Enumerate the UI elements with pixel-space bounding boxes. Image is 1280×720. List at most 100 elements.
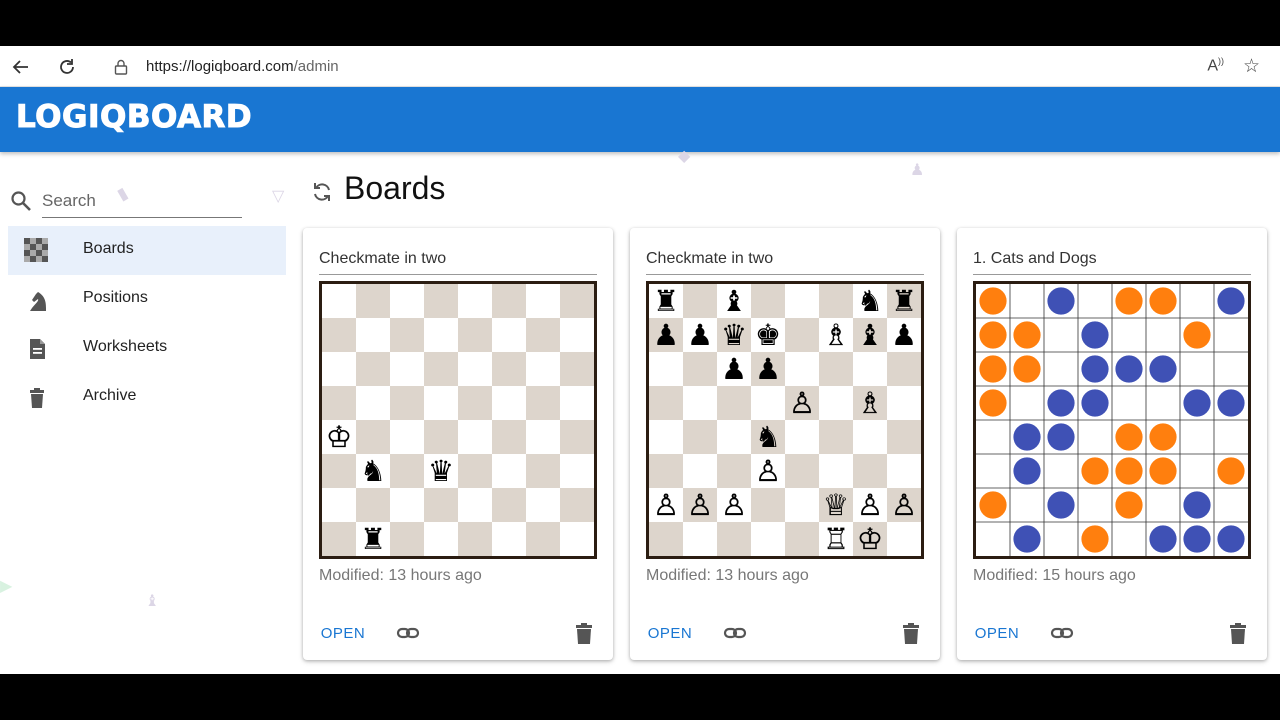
board-square[interactable] bbox=[785, 488, 819, 522]
board-square[interactable] bbox=[424, 420, 458, 454]
board-square[interactable] bbox=[322, 488, 356, 522]
white-king-icon[interactable]: ♔ bbox=[857, 522, 884, 556]
white-queen-icon[interactable]: ♕ bbox=[823, 488, 850, 522]
board-square[interactable] bbox=[819, 420, 853, 454]
board-square[interactable] bbox=[683, 352, 717, 386]
board-square[interactable] bbox=[751, 522, 785, 556]
board-square[interactable] bbox=[785, 352, 819, 386]
board-square[interactable] bbox=[458, 352, 492, 386]
board-square[interactable] bbox=[424, 522, 458, 556]
black-queen-icon[interactable]: ♛ bbox=[428, 454, 454, 488]
board-square[interactable] bbox=[683, 386, 717, 420]
open-button[interactable]: OPEN bbox=[969, 618, 1025, 648]
board-square[interactable] bbox=[887, 386, 921, 420]
blue-dot[interactable] bbox=[1115, 355, 1143, 383]
board-square[interactable] bbox=[356, 420, 390, 454]
board-square[interactable] bbox=[683, 454, 717, 488]
board-square[interactable] bbox=[526, 386, 560, 420]
board-square[interactable] bbox=[819, 352, 853, 386]
board-square[interactable] bbox=[683, 420, 717, 454]
board-square[interactable] bbox=[322, 454, 356, 488]
board-square[interactable] bbox=[649, 386, 683, 420]
board-square[interactable] bbox=[526, 522, 560, 556]
board-square[interactable] bbox=[356, 352, 390, 386]
board-square[interactable] bbox=[887, 522, 921, 556]
board-square[interactable] bbox=[322, 522, 356, 556]
read-aloud-icon[interactable]: A)) bbox=[1207, 56, 1224, 75]
board-square[interactable] bbox=[424, 488, 458, 522]
search-input[interactable] bbox=[42, 184, 242, 218]
board-square[interactable] bbox=[785, 420, 819, 454]
reload-icon[interactable] bbox=[54, 54, 80, 80]
board-square[interactable] bbox=[717, 454, 751, 488]
black-bishop-icon[interactable]: ♝ bbox=[721, 284, 747, 318]
board-square[interactable] bbox=[560, 488, 594, 522]
blue-dot[interactable] bbox=[1217, 389, 1245, 417]
board-square[interactable] bbox=[526, 488, 560, 522]
black-knight-icon[interactable]: ♞ bbox=[857, 284, 883, 318]
board-square[interactable] bbox=[322, 386, 356, 420]
delete-icon[interactable] bbox=[1225, 620, 1251, 646]
white-pawn-icon[interactable]: ♙ bbox=[755, 454, 782, 488]
orange-dot[interactable] bbox=[1081, 525, 1109, 553]
white-rook-icon[interactable]: ♖ bbox=[823, 522, 850, 556]
delete-icon[interactable] bbox=[898, 620, 924, 646]
blue-dot[interactable] bbox=[1183, 389, 1211, 417]
board-square[interactable] bbox=[390, 318, 424, 352]
board-square[interactable] bbox=[424, 284, 458, 318]
board-square[interactable] bbox=[560, 284, 594, 318]
blue-dot[interactable] bbox=[1149, 525, 1177, 553]
board-square[interactable] bbox=[751, 386, 785, 420]
brand-logo[interactable]: LOGIQBOARD bbox=[15, 99, 252, 136]
board-square[interactable] bbox=[458, 284, 492, 318]
board-square[interactable] bbox=[785, 318, 819, 352]
orange-dot[interactable] bbox=[1149, 423, 1177, 451]
board-square[interactable] bbox=[853, 420, 887, 454]
blue-dot[interactable] bbox=[1047, 287, 1075, 315]
board-square[interactable] bbox=[458, 522, 492, 556]
board-square[interactable] bbox=[649, 454, 683, 488]
board-square[interactable] bbox=[683, 522, 717, 556]
board-square[interactable] bbox=[649, 522, 683, 556]
sidebar-item-archive[interactable]: Archive bbox=[8, 373, 286, 422]
blue-dot[interactable] bbox=[1081, 389, 1109, 417]
board-square[interactable] bbox=[853, 454, 887, 488]
board-square[interactable] bbox=[458, 318, 492, 352]
open-button[interactable]: OPEN bbox=[642, 618, 698, 648]
blue-dot[interactable] bbox=[1047, 423, 1075, 451]
board-square[interactable] bbox=[526, 420, 560, 454]
orange-dot[interactable] bbox=[1115, 287, 1143, 315]
link-icon[interactable] bbox=[395, 620, 421, 646]
board-square[interactable] bbox=[322, 352, 356, 386]
board-square[interactable] bbox=[492, 420, 526, 454]
black-pawn-icon[interactable]: ♟ bbox=[653, 318, 679, 352]
board-square[interactable] bbox=[785, 284, 819, 318]
blue-dot[interactable] bbox=[1013, 525, 1041, 553]
board-square[interactable] bbox=[492, 522, 526, 556]
board-square[interactable] bbox=[560, 454, 594, 488]
white-pawn-icon[interactable]: ♙ bbox=[789, 386, 816, 420]
orange-dot[interactable] bbox=[1081, 457, 1109, 485]
board-square[interactable] bbox=[458, 420, 492, 454]
board-square[interactable] bbox=[492, 386, 526, 420]
sidebar-item-worksheets[interactable]: Worksheets bbox=[8, 324, 286, 373]
blue-dot[interactable] bbox=[1013, 423, 1041, 451]
refresh-icon[interactable] bbox=[310, 180, 334, 204]
orange-dot[interactable] bbox=[1149, 457, 1177, 485]
board-square[interactable] bbox=[322, 284, 356, 318]
board-square[interactable] bbox=[819, 454, 853, 488]
board-square[interactable] bbox=[751, 284, 785, 318]
board-square[interactable] bbox=[560, 522, 594, 556]
orange-dot[interactable] bbox=[1115, 457, 1143, 485]
black-pawn-icon[interactable]: ♟ bbox=[891, 318, 917, 352]
dots-board[interactable] bbox=[973, 281, 1251, 559]
orange-dot[interactable] bbox=[979, 389, 1007, 417]
board-square[interactable] bbox=[356, 488, 390, 522]
board-square[interactable] bbox=[458, 454, 492, 488]
orange-dot[interactable] bbox=[979, 491, 1007, 519]
white-king-icon[interactable]: ♔ bbox=[326, 420, 353, 454]
black-rook-icon[interactable]: ♜ bbox=[891, 284, 917, 318]
black-rook-icon[interactable]: ♜ bbox=[653, 284, 679, 318]
board-square[interactable] bbox=[526, 454, 560, 488]
orange-dot[interactable] bbox=[1013, 355, 1041, 383]
